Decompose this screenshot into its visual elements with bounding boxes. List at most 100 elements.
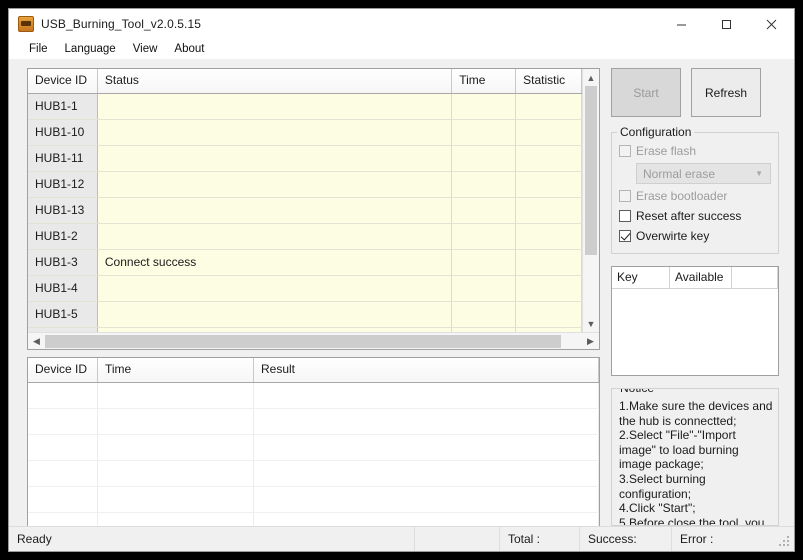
minimize-icon[interactable]	[659, 9, 704, 39]
cell-statistic	[516, 146, 582, 171]
key-column-header-available[interactable]: Available	[670, 267, 732, 288]
reset-after-success-checkbox[interactable]	[619, 210, 631, 222]
menu-item-view[interactable]: View	[131, 42, 160, 56]
menu-item-file[interactable]: File	[27, 42, 50, 56]
title-bar: USB_Burning_Tool_v2.0.5.15	[9, 9, 794, 39]
start-button[interactable]: Start	[611, 68, 681, 117]
cell-status	[97, 302, 453, 327]
cell-status	[97, 94, 453, 119]
cell-device-id: HUB1-5	[28, 302, 98, 327]
log-column-header-result[interactable]: Result	[254, 358, 599, 382]
log-cell-time	[98, 461, 254, 486]
device-table-vertical-scrollbar[interactable]: ▲ ▼	[582, 69, 599, 332]
reset-after-success-label: Reset after success	[636, 209, 742, 223]
log-table-row[interactable]	[28, 383, 599, 409]
close-icon[interactable]	[749, 9, 794, 39]
cell-statistic	[516, 94, 582, 119]
vertical-scroll-thumb[interactable]	[585, 86, 597, 256]
scroll-down-icon[interactable]: ▼	[583, 315, 599, 332]
log-cell-device-id	[28, 435, 98, 460]
log-cell-time	[98, 409, 254, 434]
erase-flash-row[interactable]: Erase flash	[619, 141, 771, 161]
log-cell-device-id	[28, 409, 98, 434]
cell-device-id: HUB1-3	[28, 250, 98, 275]
log-cell-result	[254, 435, 599, 460]
status-error: Error :	[671, 527, 794, 551]
log-table-row[interactable]	[28, 409, 599, 435]
action-buttons: Start Refresh	[611, 68, 779, 117]
notice-text: 1.Make sure the devices and the hub is c…	[619, 399, 773, 526]
cell-device-id: HUB1-1	[28, 94, 98, 119]
resize-grip-icon[interactable]	[779, 536, 791, 548]
table-row[interactable]: HUB1-12	[28, 172, 582, 198]
cell-time	[452, 198, 517, 223]
horizontal-scroll-thumb[interactable]	[45, 334, 561, 348]
column-header-status[interactable]: Status	[97, 69, 453, 93]
erase-flash-checkbox[interactable]	[619, 145, 631, 157]
log-column-header-device-id[interactable]: Device ID	[28, 358, 98, 382]
cell-device-id: HUB1-13	[28, 198, 98, 223]
log-table-row[interactable]	[28, 487, 599, 513]
status-success: Success:	[579, 527, 671, 551]
chevron-down-icon: ▼	[755, 169, 763, 178]
status-ready: Ready	[17, 532, 52, 546]
table-row[interactable]: HUB1-2	[28, 224, 582, 250]
configuration-group: Configuration Erase flash Normal erase ▼…	[611, 125, 779, 254]
cell-time	[452, 146, 517, 171]
cell-statistic	[516, 276, 582, 301]
log-cell-device-id	[28, 461, 98, 486]
erase-bootloader-row[interactable]: Erase bootloader	[619, 186, 771, 206]
vertical-scroll-track[interactable]	[583, 86, 599, 315]
overwrite-key-checkbox[interactable]	[619, 230, 631, 242]
menu-item-language[interactable]: Language	[63, 42, 118, 56]
erase-mode-dropdown[interactable]: Normal erase ▼	[636, 163, 771, 184]
scroll-right-icon[interactable]: ▶	[582, 336, 599, 347]
cell-statistic	[516, 198, 582, 223]
configuration-title: Configuration	[617, 125, 695, 139]
table-row[interactable]: HUB1-5	[28, 302, 582, 328]
right-panel: Start Refresh Configuration Erase flash …	[611, 68, 779, 526]
column-header-statistic[interactable]: Statistic	[516, 69, 582, 93]
device-table-horizontal-scrollbar[interactable]: ◀ ▶	[28, 332, 599, 349]
maximize-icon[interactable]	[704, 9, 749, 39]
device-table-body: HUB1-1 HUB1-10 HUB1-11 HUB1-12 HUB1-13 HUB1-2…	[28, 94, 582, 349]
cell-time	[452, 94, 517, 119]
horizontal-scroll-track[interactable]	[45, 333, 582, 350]
erase-bootloader-checkbox[interactable]	[619, 190, 631, 202]
table-row[interactable]: HUB1-4	[28, 276, 582, 302]
menu-item-about[interactable]: About	[172, 42, 206, 56]
log-cell-result	[254, 383, 599, 408]
cell-status	[97, 120, 453, 145]
cell-time	[452, 172, 517, 197]
log-table-row[interactable]	[28, 435, 599, 461]
table-row[interactable]: HUB1-1	[28, 94, 582, 120]
log-cell-result	[254, 461, 599, 486]
cell-statistic	[516, 224, 582, 249]
application-window: USB_Burning_Tool_v2.0.5.15 File Language…	[8, 8, 795, 552]
table-row[interactable]: HUB1-10	[28, 120, 582, 146]
log-cell-result	[254, 409, 599, 434]
log-cell-result	[254, 487, 599, 512]
table-row[interactable]: HUB1-13	[28, 198, 582, 224]
cell-status: Connect success	[97, 250, 453, 275]
scroll-up-icon[interactable]: ▲	[583, 69, 599, 86]
key-column-header-key[interactable]: Key	[612, 267, 670, 288]
log-table-row[interactable]	[28, 461, 599, 487]
column-header-time[interactable]: Time	[452, 69, 517, 93]
overwrite-key-row[interactable]: Overwirte key	[619, 226, 771, 246]
table-row[interactable]: HUB1-3 Connect success	[28, 250, 582, 276]
reset-after-success-row[interactable]: Reset after success	[619, 206, 771, 226]
cell-time	[452, 276, 517, 301]
key-table: Key Available	[611, 266, 779, 376]
device-table-header: Device ID Status Time Statistic	[28, 69, 582, 94]
log-column-header-time[interactable]: Time	[98, 358, 254, 382]
scroll-left-icon[interactable]: ◀	[28, 336, 45, 347]
column-header-device-id[interactable]: Device ID	[28, 69, 98, 93]
log-cell-device-id	[28, 383, 98, 408]
table-row[interactable]: HUB1-11	[28, 146, 582, 172]
log-cell-time	[98, 383, 254, 408]
refresh-button[interactable]: Refresh	[691, 68, 761, 117]
cell-device-id: HUB1-2	[28, 224, 98, 249]
log-cell-time	[98, 487, 254, 512]
cell-time	[452, 302, 517, 327]
